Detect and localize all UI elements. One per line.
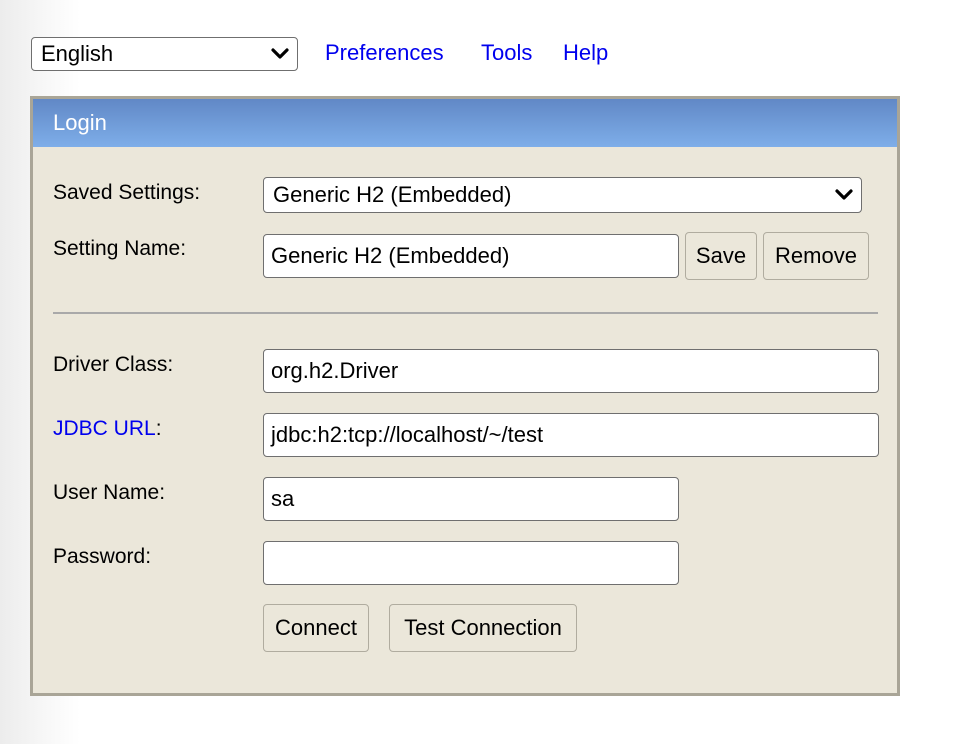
user-name-input[interactable]: sa — [263, 477, 679, 521]
remove-button[interactable]: Remove — [763, 232, 869, 280]
chevron-down-icon — [835, 189, 853, 200]
language-select-value: English — [41, 41, 114, 66]
user-name-label: User Name: — [53, 481, 166, 504]
jdbc-url-input[interactable]: jdbc:h2:tcp://localhost/~/test — [263, 413, 879, 457]
test-connection-button[interactable]: Test Connection — [389, 604, 577, 652]
jdbc-url-help-link[interactable]: JDBC URL — [53, 417, 156, 440]
connect-button[interactable]: Connect — [263, 604, 369, 652]
chevron-down-icon — [271, 48, 289, 59]
login-panel: Login Saved Settings: Generic H2 (Embedd… — [30, 96, 900, 696]
password-label: Password: — [53, 545, 152, 568]
save-button[interactable]: Save — [685, 232, 757, 280]
driver-class-input-value: org.h2.Driver — [271, 358, 399, 383]
setting-name-input[interactable]: Generic H2 (Embedded) — [263, 234, 679, 278]
setting-name-input-value: Generic H2 (Embedded) — [271, 243, 510, 268]
login-panel-header: Login — [33, 99, 897, 147]
top-bar: English — [31, 37, 298, 71]
user-name-input-value: sa — [271, 486, 295, 511]
driver-class-label: Driver Class: — [53, 353, 174, 376]
jdbc-url-label: JDBC URL: — [53, 417, 162, 441]
tools-link[interactable]: Tools — [481, 40, 532, 66]
language-select[interactable]: English — [31, 37, 298, 71]
password-input[interactable] — [263, 541, 679, 585]
jdbc-url-label-suffix: : — [155, 417, 162, 440]
login-panel-title: Login — [53, 110, 107, 135]
jdbc-url-input-value: jdbc:h2:tcp://localhost/~/test — [271, 422, 544, 447]
saved-settings-label: Saved Settings: — [53, 181, 201, 204]
divider — [53, 312, 878, 314]
setting-name-label: Setting Name: — [53, 237, 187, 260]
preferences-link[interactable]: Preferences — [325, 40, 444, 66]
saved-settings-select[interactable]: Generic H2 (Embedded) — [263, 177, 862, 213]
driver-class-input[interactable]: org.h2.Driver — [263, 349, 879, 393]
help-link[interactable]: Help — [563, 40, 608, 66]
saved-settings-select-value: Generic H2 (Embedded) — [273, 182, 512, 207]
